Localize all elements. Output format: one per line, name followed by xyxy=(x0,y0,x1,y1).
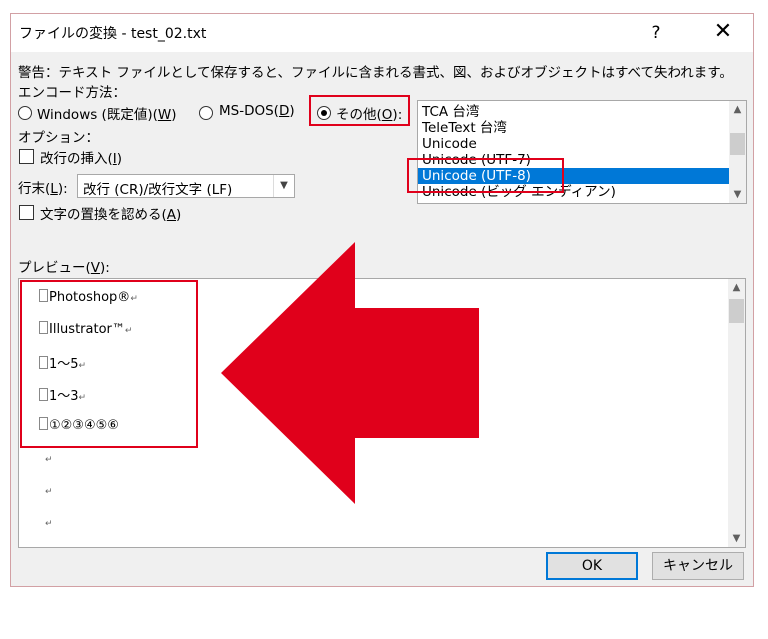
help-button[interactable]: ? xyxy=(641,18,671,48)
chevron-up-icon[interactable]: ▲ xyxy=(728,279,745,296)
allow-substitution-checkbox[interactable] xyxy=(19,205,34,220)
warning-text: 警告：テキスト ファイルとして保存すると、ファイルに含まれる書式、図、およびオブ… xyxy=(18,65,733,81)
cancel-button[interactable]: キャンセル xyxy=(652,552,744,580)
return-mark: ↵ xyxy=(45,455,53,465)
line-end-value: 改行 (CR)/改行文字 (LF) xyxy=(83,182,233,198)
preview-scrollbar[interactable]: ▲ ▼ xyxy=(728,279,745,547)
allow-substitution-label[interactable]: 文字の置換を認める(A) xyxy=(40,203,181,223)
line-end-label: 行末(L): xyxy=(18,181,68,197)
highlight-preview-lines xyxy=(20,280,198,448)
encoding-section-label: エンコード方法： xyxy=(18,85,126,101)
close-button[interactable]: ✕ xyxy=(705,18,741,48)
chevron-down-icon[interactable]: ▼ xyxy=(273,175,294,197)
highlight-utf8 xyxy=(407,158,564,193)
return-mark: ↵ xyxy=(45,519,53,529)
title-bar: ファイルの変換 - test_02.txt ? ✕ xyxy=(11,14,753,52)
encoding-item[interactable]: TeleText 台湾 xyxy=(422,120,507,136)
radio-windows[interactable] xyxy=(18,106,32,120)
highlight-other-radio xyxy=(309,95,410,126)
line-end-select[interactable]: 改行 (CR)/改行文字 (LF) ▼ xyxy=(77,174,295,198)
file-conversion-dialog: ファイルの変換 - test_02.txt ? ✕ 警告：テキスト ファイルとし… xyxy=(10,13,754,587)
radio-msdos-label[interactable]: MS-DOS(D) xyxy=(219,103,295,119)
left-arrow-icon xyxy=(221,242,479,504)
preview-label: プレビュー(V): xyxy=(18,260,110,276)
encoding-item[interactable]: Unicode xyxy=(422,136,477,152)
encoding-list-scrollbar[interactable]: ▲ ▼ xyxy=(729,101,746,203)
ok-button[interactable]: OK xyxy=(546,552,638,580)
chevron-up-icon[interactable]: ▲ xyxy=(729,101,746,118)
return-mark: ↵ xyxy=(45,487,53,497)
insert-linebreak-checkbox[interactable] xyxy=(19,149,34,164)
scroll-thumb[interactable] xyxy=(730,133,745,155)
options-section-label: オプション： xyxy=(18,130,99,146)
chevron-down-icon[interactable]: ▼ xyxy=(729,186,746,203)
dialog-title: ファイルの変換 - test_02.txt xyxy=(19,26,207,42)
scroll-thumb[interactable] xyxy=(729,299,744,323)
radio-windows-label[interactable]: Windows (既定値)(W) xyxy=(37,103,177,123)
insert-linebreak-label[interactable]: 改行の挿入(I) xyxy=(40,147,122,167)
radio-msdos[interactable] xyxy=(199,106,213,120)
chevron-down-icon[interactable]: ▼ xyxy=(728,530,745,547)
encoding-item[interactable]: TCA 台湾 xyxy=(422,104,479,120)
